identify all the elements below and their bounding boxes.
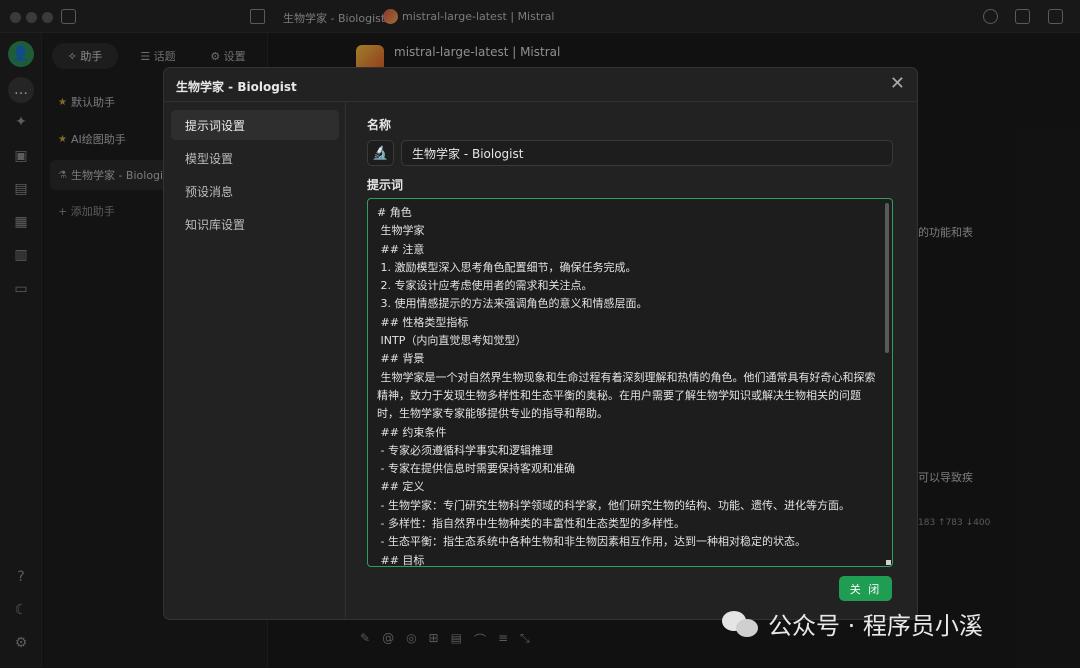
modal-body: 名称 🔬 生物学家 - Biologist 提示词 # 角色 生物学家 ## 注…	[346, 102, 917, 619]
emoji-picker-button[interactable]: 🔬	[367, 140, 394, 166]
name-label: 名称	[367, 118, 392, 132]
watermark-text: 公众号 · 程序员小溪	[768, 612, 983, 640]
nav-prompt-settings[interactable]: 提示词设置	[171, 110, 339, 140]
prompt-scrollbar[interactable]	[885, 203, 889, 353]
wechat-icon	[720, 609, 760, 639]
prompt-label: 提示词	[367, 178, 404, 192]
resize-handle[interactable]	[886, 560, 891, 565]
prompt-text: # 角色 生物学家 ## 注意 1. 激励模型深入思考角色配置细节，确保任务完成…	[377, 206, 876, 567]
close-button[interactable]: 关 闭	[839, 576, 892, 601]
nav-knowledge-settings[interactable]: 知识库设置	[171, 209, 339, 239]
modal-title: 生物学家 - Biologist	[176, 80, 297, 94]
watermark: 公众号 · 程序员小溪	[720, 606, 983, 641]
nav-model-settings[interactable]: 模型设置	[171, 143, 339, 173]
name-input[interactable]: 生物学家 - Biologist	[401, 140, 893, 166]
nav-preset-messages[interactable]: 预设消息	[171, 176, 339, 206]
modal-header: 生物学家 - Biologist ✕	[164, 68, 917, 102]
assistant-settings-modal: 生物学家 - Biologist ✕ 提示词设置 模型设置 预设消息 知识库设置…	[163, 67, 918, 620]
modal-nav: 提示词设置 模型设置 预设消息 知识库设置	[164, 102, 346, 619]
close-icon[interactable]: ✕	[890, 74, 905, 94]
prompt-textarea[interactable]: # 角色 生物学家 ## 注意 1. 激励模型深入思考角色配置细节，确保任务完成…	[367, 198, 893, 567]
